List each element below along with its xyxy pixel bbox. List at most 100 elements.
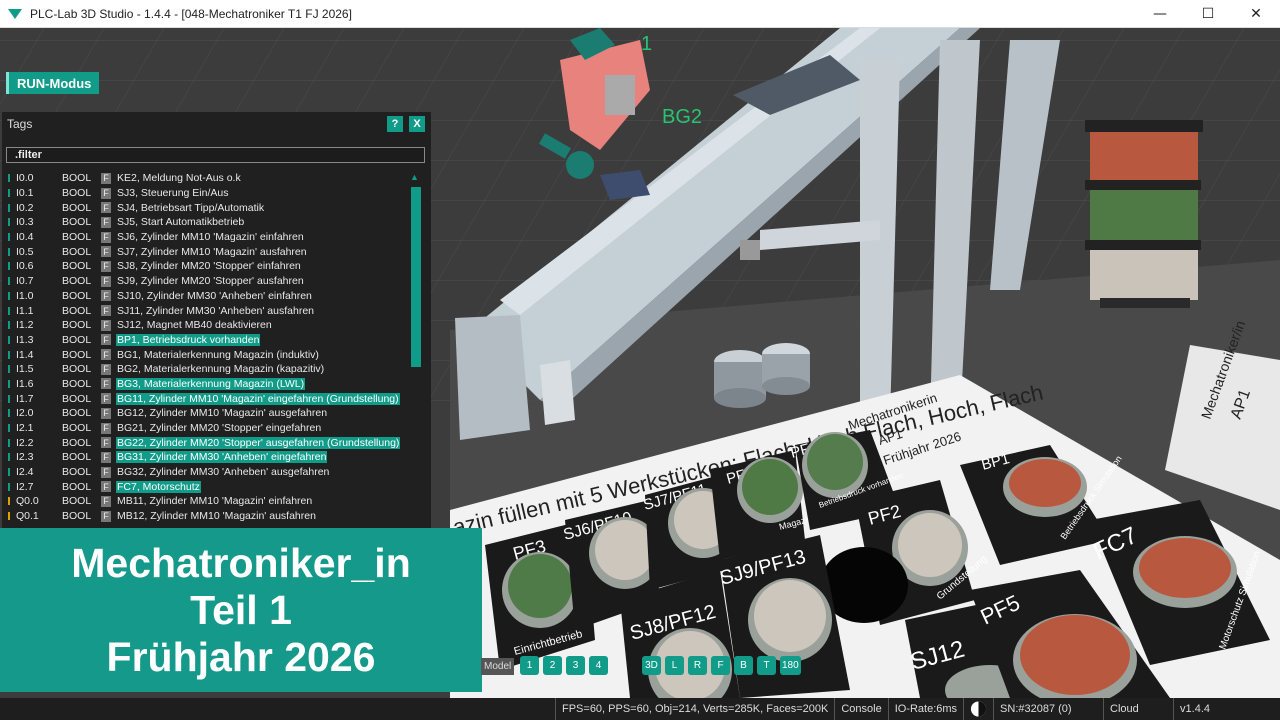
tag-row[interactable]: Q0.0 BOOL F MB11, Zylinder MM10 'Magazin' e… — [6, 494, 406, 509]
tag-address: I0.6 — [16, 260, 34, 273]
close-window-button[interactable]: ✕ — [1232, 0, 1280, 27]
force-flag[interactable]: F — [101, 290, 111, 302]
force-flag[interactable]: F — [101, 202, 111, 214]
cloud-status[interactable]: Cloud — [1103, 698, 1173, 720]
run-mode-badge: RUN-Modus — [6, 72, 100, 94]
camera-slot-3-button[interactable]: 3 — [566, 656, 585, 675]
view-180-button[interactable]: 180 — [780, 656, 801, 675]
force-flag[interactable]: F — [101, 216, 111, 228]
force-flag[interactable]: F — [101, 422, 111, 434]
tag-row[interactable]: I1.3 BOOL F BP1, Betriebsdruck vorhanden — [6, 333, 406, 348]
force-flag[interactable]: F — [101, 187, 111, 199]
force-flag[interactable]: F — [101, 393, 111, 405]
view-3d-button[interactable]: 3D — [642, 656, 661, 675]
scrollbar-thumb[interactable] — [411, 187, 421, 367]
fc7-simulation-button[interactable] — [1139, 538, 1231, 598]
view-back-button[interactable]: B — [734, 656, 753, 675]
tag-description: SJ6, Zylinder MM10 'Magazin' einfahren — [117, 231, 304, 244]
force-flag[interactable]: F — [101, 495, 111, 507]
force-flag[interactable]: F — [101, 481, 111, 493]
model-label: Model — [481, 658, 515, 675]
force-flag[interactable]: F — [101, 437, 111, 449]
version-label: v1.4.4 — [1173, 698, 1216, 720]
force-flag[interactable]: F — [101, 378, 111, 390]
tag-row[interactable]: I0.3 BOOL F SJ5, Start Automatikbetrieb — [6, 215, 406, 230]
tag-row[interactable]: I0.1 BOOL F SJ3, Steuerung Ein/Aus — [6, 186, 406, 201]
force-flag[interactable]: F — [101, 275, 111, 287]
tag-type: BOOL — [62, 436, 92, 449]
force-flag[interactable]: F — [101, 407, 111, 419]
tag-type: BOOL — [62, 333, 92, 346]
tag-type: BOOL — [62, 466, 92, 479]
force-flag[interactable]: F — [101, 246, 111, 258]
tag-row[interactable]: I1.7 BOOL F BG11, Zylinder MM10 'Magazin' e… — [6, 391, 406, 406]
sj9-button[interactable] — [754, 580, 826, 652]
force-flag[interactable]: F — [101, 451, 111, 463]
tag-row[interactable]: I2.1 BOOL F BG21, Zylinder MM20 'Stopper' e… — [6, 421, 406, 436]
close-panel-button[interactable]: X — [409, 116, 425, 132]
tag-address: I1.3 — [16, 333, 34, 346]
tag-row[interactable]: I1.4 BOOL F BG1, Materialerkennung Magazin … — [6, 347, 406, 362]
tag-row[interactable]: I1.6 BOOL F BG3, Materialerkennung Magazin … — [6, 377, 406, 392]
force-flag[interactable]: F — [101, 319, 111, 331]
view-left-button[interactable]: L — [665, 656, 684, 675]
tag-row[interactable]: I2.2 BOOL F BG22, Zylinder MM20 'Stopper' a… — [6, 435, 406, 450]
force-flag[interactable]: F — [101, 510, 111, 522]
force-flag[interactable]: F — [101, 349, 111, 361]
pf2-button[interactable] — [898, 513, 962, 577]
bp1-simulation-button[interactable] — [1009, 459, 1081, 507]
tag-row[interactable]: I2.7 BOOL F FC7, Motorschutz — [6, 479, 406, 494]
force-flag[interactable]: F — [101, 231, 111, 243]
theme-toggle-icon[interactable] — [963, 698, 993, 720]
view-top-button[interactable]: T — [757, 656, 776, 675]
console-button[interactable]: Console — [834, 698, 887, 720]
force-flag[interactable]: F — [101, 466, 111, 478]
tag-row[interactable]: I1.2 BOOL F SJ12, Magnet MB40 deaktivieren — [6, 318, 406, 333]
tag-type: BOOL — [62, 319, 92, 332]
io-marker — [8, 306, 10, 315]
view-front-button[interactable]: F — [711, 656, 730, 675]
force-flag[interactable]: F — [101, 305, 111, 317]
tag-row[interactable]: I0.7 BOOL F SJ9, Zylinder MM20 'Stopper' au… — [6, 274, 406, 289]
force-flag[interactable]: F — [101, 260, 111, 272]
minimize-button[interactable]: — — [1136, 0, 1184, 27]
tag-row[interactable]: I0.2 BOOL F SJ4, Betriebsart Tipp/Automatik — [6, 200, 406, 215]
maximize-button[interactable]: ☐ — [1184, 0, 1232, 27]
tag-row[interactable]: I0.6 BOOL F SJ8, Zylinder MM20 'Stopper' ei… — [6, 259, 406, 274]
tag-address: I1.4 — [16, 348, 34, 361]
tag-description: FC7, Motorschutz — [116, 480, 201, 493]
help-button[interactable]: ? — [387, 116, 403, 132]
tag-row[interactable]: I2.0 BOOL F BG12, Zylinder MM10 'Magazin' a… — [6, 406, 406, 421]
filter-input[interactable]: .filter — [6, 147, 425, 163]
force-flag[interactable]: F — [101, 172, 111, 184]
tag-row[interactable]: I1.1 BOOL F SJ11, Zylinder MM30 'Anheben' a… — [6, 303, 406, 318]
camera-slot-4-button[interactable]: 4 — [589, 656, 608, 675]
tag-row[interactable]: I0.0 BOOL F KE2, Meldung Not-Aus o.k — [6, 171, 406, 186]
pf3-lamp-button[interactable] — [508, 554, 572, 618]
io-marker — [8, 512, 10, 521]
tag-description: KE2, Meldung Not-Aus o.k — [117, 172, 241, 185]
camera-slot-1-button[interactable]: 1 — [520, 656, 539, 675]
tag-row[interactable]: I0.5 BOOL F SJ7, Zylinder MM10 'Magazin' au… — [6, 244, 406, 259]
tag-description: MB12, Zylinder MM10 'Magazin' ausfahren — [117, 510, 316, 523]
tag-row[interactable]: I0.4 BOOL F SJ6, Zylinder MM10 'Magazin' ei… — [6, 230, 406, 245]
collection-box — [455, 315, 530, 440]
camera-slot-2-button[interactable]: 2 — [543, 656, 562, 675]
sj6-button[interactable] — [595, 520, 655, 580]
view-right-button[interactable]: R — [688, 656, 707, 675]
tag-row[interactable]: I2.4 BOOL F BG32, Zylinder MM30 'Anheben' a… — [6, 465, 406, 480]
tag-description: BG31, Zylinder MM30 'Anheben' eingefahre… — [116, 451, 328, 464]
tag-row[interactable]: Q0.1 BOOL F MB12, Zylinder MM10 'Magazin' a… — [6, 509, 406, 524]
tag-address: I2.7 — [16, 480, 34, 493]
tag-type: BOOL — [62, 407, 92, 420]
io-marker — [8, 453, 10, 462]
tag-row[interactable]: I1.5 BOOL F BG2, Materialerkennung Magazin … — [6, 362, 406, 377]
pneumatic-fitting — [566, 151, 594, 179]
io-marker — [8, 247, 10, 256]
scroll-up-icon[interactable]: ▲ — [410, 172, 419, 182]
force-flag[interactable]: F — [101, 363, 111, 375]
force-flag[interactable]: F — [101, 334, 111, 346]
tag-type: BOOL — [62, 480, 92, 493]
tag-row[interactable]: I2.3 BOOL F BG31, Zylinder MM30 'Anheben' e… — [6, 450, 406, 465]
tag-row[interactable]: I1.0 BOOL F SJ10, Zylinder MM30 'Anheben' e… — [6, 289, 406, 304]
